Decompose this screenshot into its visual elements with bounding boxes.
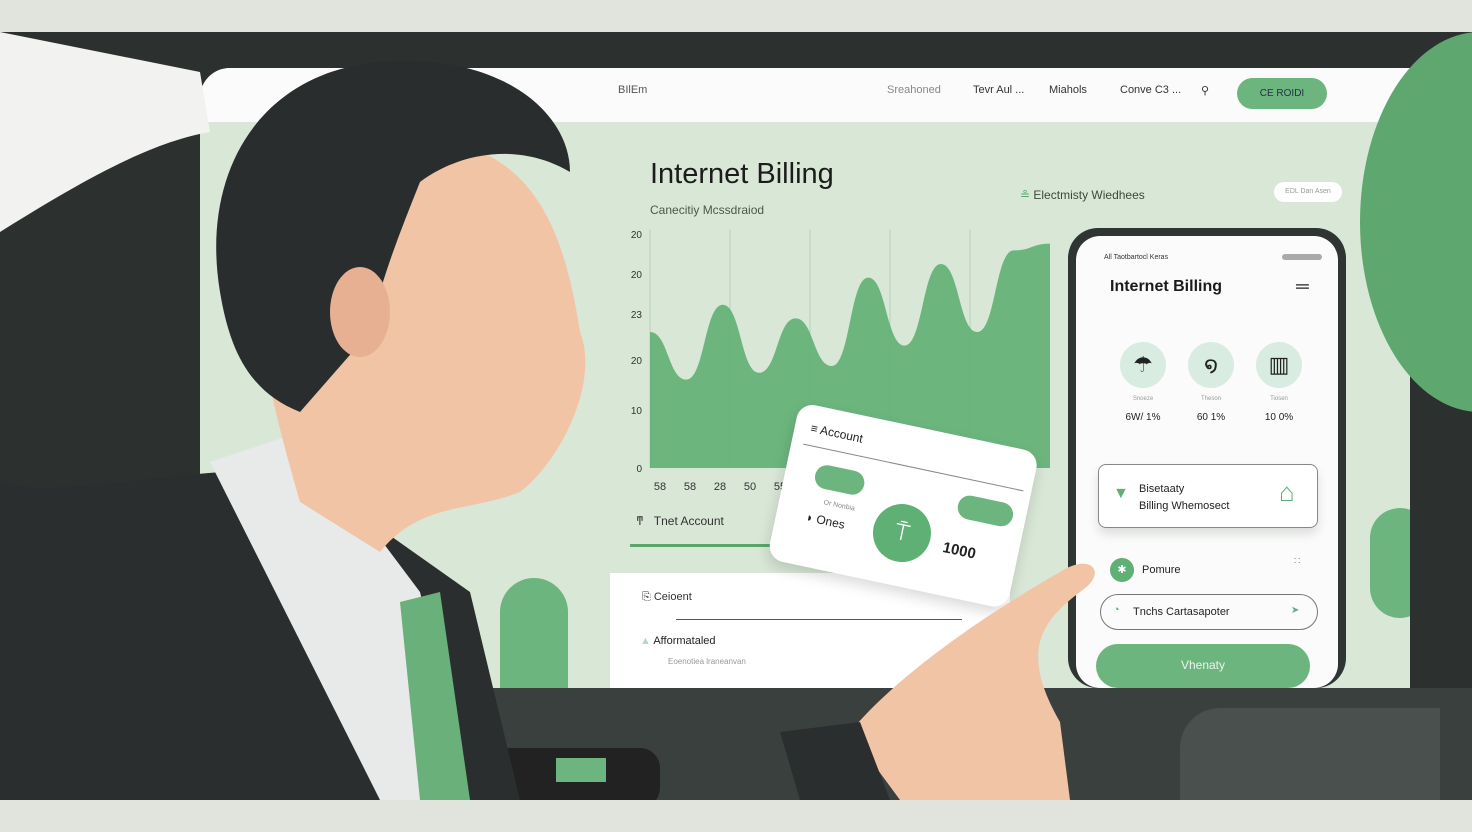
battery-icon: [1282, 254, 1322, 260]
phone-row-label[interactable]: Pomure: [1142, 564, 1181, 576]
phone-primary-button[interactable]: Vhenaty: [1096, 644, 1310, 688]
hamburger-icon[interactable]: ═: [1296, 276, 1309, 297]
car-window: [0, 32, 210, 232]
stat-value: 60 1%: [1196, 412, 1226, 423]
arrow-icon: ➤: [1291, 605, 1300, 616]
dashboard-vent: [1180, 708, 1440, 800]
filter-pill[interactable]: EDL Dan Asen: [1274, 182, 1342, 202]
stat-value: 10 0%: [1264, 412, 1294, 423]
tree-decoration: [1370, 508, 1410, 618]
house-icon: ⌂: [1279, 477, 1295, 507]
billing-card[interactable]: Bisetaaty Billing Whemosect ▼ ⌂: [1098, 464, 1318, 528]
stat-label: Tiosen: [1270, 396, 1288, 402]
nav-item[interactable]: Conve C3 ...: [1120, 84, 1181, 96]
illustration-frame: BIlEm Sreahoned Tevr Aul ... Miahols Con…: [0, 32, 1472, 800]
billing-line-2: Billing Whemosect: [1139, 500, 1230, 512]
stat-label: Theson: [1200, 396, 1221, 402]
swirl-icon[interactable]: ໑: [1188, 342, 1234, 388]
billing-line-1: Bisetaaty: [1139, 483, 1185, 495]
man-figure: [0, 32, 1095, 800]
search-icon[interactable]: ⚲: [1201, 84, 1209, 97]
ear: [330, 267, 390, 357]
phone-input[interactable]: ◔ Tnchs Cartasapoter ➤: [1100, 594, 1318, 630]
phone-input-text: Tnchs Cartasapoter: [1133, 606, 1230, 618]
umbrella-icon[interactable]: ☂: [1120, 342, 1166, 388]
more-icon[interactable]: ∷: [1294, 556, 1300, 567]
phone-title: Internet Billing: [1110, 278, 1222, 295]
building-icon[interactable]: ▥: [1256, 342, 1302, 388]
cta-button[interactable]: CE ROIDI: [1237, 78, 1327, 109]
stat-value: 6W/ 1%: [1125, 412, 1161, 423]
stat-label: Snoeze: [1132, 396, 1154, 402]
pointing-hand: [850, 563, 1095, 800]
